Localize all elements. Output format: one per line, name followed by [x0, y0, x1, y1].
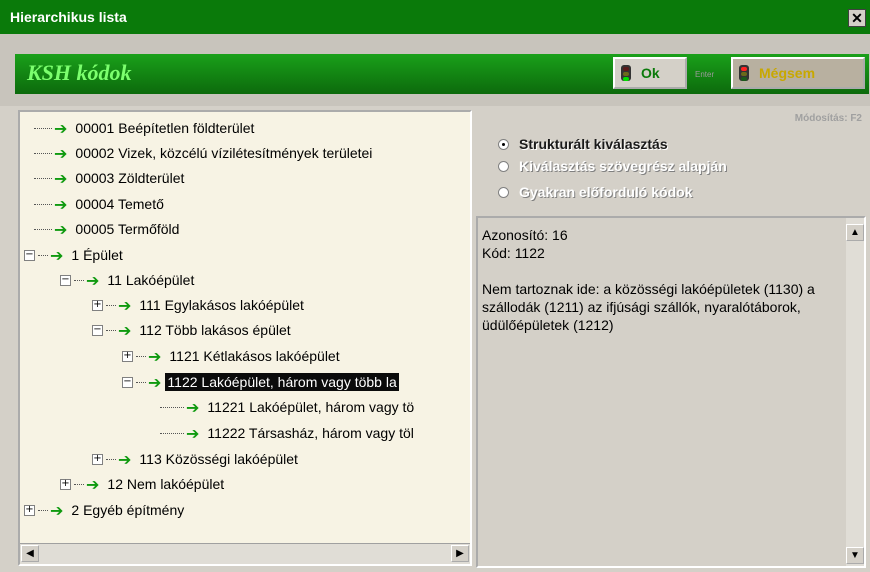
detail-id: Azonosító: 16 [482, 227, 568, 243]
arrow-right-icon: ➔ [50, 245, 64, 265]
scroll-up-button[interactable]: ▲ [846, 224, 864, 241]
arrow-right-icon: ➔ [148, 372, 162, 392]
scroll-left-button[interactable]: ◀ [21, 545, 39, 562]
detail-code: Kód: 1122 [482, 245, 545, 261]
radio-text-search[interactable]: Kiválasztás szövegrész alapján [498, 158, 727, 174]
arrow-right-icon: ➔ [118, 295, 132, 315]
tree-node[interactable]: ➔ 00001 Beépítetlen földterület [34, 118, 254, 138]
arrow-right-icon: ➔ [86, 270, 100, 290]
arrow-right-icon: ➔ [54, 118, 68, 138]
arrow-right-icon: ➔ [54, 168, 68, 188]
cancel-label: Mégsem [759, 65, 816, 81]
tree-node[interactable]: ➔ 00005 Termőföld [34, 219, 179, 239]
arrow-right-icon: ➔ [118, 449, 132, 469]
arrow-right-icon: ➔ [186, 423, 200, 443]
arrow-right-icon: ➔ [186, 397, 200, 417]
detail-panel: Azonosító: 16 Kód: 1122 Nem tartoznak id… [476, 216, 866, 568]
detail-description: Nem tartoznak ide: a közösségi lakóépüle… [482, 281, 815, 333]
arrow-right-icon: ➔ [50, 500, 64, 520]
tree-node[interactable]: + ➔ 2 Egyéb építmény [24, 500, 184, 520]
radio-button[interactable] [498, 186, 509, 198]
scroll-down-button[interactable]: ▼ [846, 547, 864, 564]
header-band: KSH kódok Ok Enter Mégsem [0, 34, 870, 106]
tree-panel: ➔ 00001 Beépítetlen földterület ➔ 00002 Vi… [18, 110, 472, 566]
close-button[interactable]: ✕ [848, 9, 866, 27]
arrow-right-icon: ➔ [54, 143, 68, 163]
collapse-icon[interactable]: − [92, 324, 103, 336]
horizontal-scrollbar[interactable]: ◀ ▶ [20, 543, 470, 564]
tree-node[interactable]: ➔ 00004 Temető [34, 194, 164, 214]
tree-node[interactable]: + ➔ 113 Közösségi lakóépület [92, 449, 298, 469]
tree-node[interactable]: + ➔ 12 Nem lakóépület [60, 474, 224, 494]
expand-icon[interactable]: + [24, 504, 35, 516]
arrow-right-icon: ➔ [54, 219, 68, 239]
collapse-icon[interactable]: − [122, 376, 133, 388]
tree-node[interactable]: − ➔ 1 Épület [24, 245, 123, 265]
arrow-right-icon: ➔ [86, 474, 100, 494]
modify-hint: Módosítás: F2 [794, 113, 862, 124]
expand-icon[interactable]: + [60, 478, 71, 490]
arrow-right-icon: ➔ [148, 346, 162, 366]
traffic-light-icon [621, 65, 631, 81]
arrow-right-icon: ➔ [54, 194, 68, 214]
tree-node[interactable]: − ➔ 112 Több lakásos épület [92, 320, 291, 340]
window-title: Hierarchikus lista [10, 9, 127, 25]
tree-node[interactable]: + ➔ 111 Egylakásos lakóépület [92, 295, 304, 315]
vertical-scrollbar[interactable]: ▲ ▼ [846, 218, 864, 566]
expand-icon[interactable]: + [92, 453, 103, 465]
options-panel: Módosítás: F2 Strukturált kiválasztás Ki… [476, 110, 870, 212]
header-banner: KSH kódok Ok Enter Mégsem [15, 54, 869, 94]
traffic-light-icon [739, 65, 749, 81]
radio-frequent[interactable]: Gyakran előforduló kódok [498, 184, 692, 200]
tree-node[interactable]: ➔ 00002 Vizek, közcélú vízilétesítmények … [34, 143, 372, 163]
collapse-icon[interactable]: − [24, 249, 35, 261]
title-bar: Hierarchikus lista ✕ [0, 0, 870, 34]
radio-button[interactable] [498, 160, 509, 172]
collapse-icon[interactable]: − [60, 274, 71, 286]
ok-label: Ok [641, 65, 660, 81]
radio-button[interactable] [498, 138, 509, 150]
tree-node[interactable]: − ➔ 11 Lakóépület [60, 270, 194, 290]
detail-text: Azonosító: 16 Kód: 1122 Nem tartoznak id… [482, 226, 842, 334]
cancel-button[interactable]: Mégsem [731, 57, 865, 89]
expand-icon[interactable]: + [92, 299, 103, 311]
arrow-right-icon: ➔ [118, 320, 132, 340]
ksh-title: KSH kódok [27, 60, 132, 85]
expand-icon[interactable]: + [122, 350, 133, 362]
radio-structured[interactable]: Strukturált kiválasztás [498, 136, 668, 152]
tree-node[interactable]: ➔ 11221 Lakóépület, három vagy tö [160, 397, 414, 417]
tree-node[interactable]: + ➔ 1121 Kétlakásos lakóépület [122, 346, 340, 366]
tree-node-selected[interactable]: − ➔ 1122 Lakóépület, három vagy több la [122, 372, 399, 392]
scroll-right-button[interactable]: ▶ [451, 545, 469, 562]
tree-node[interactable]: ➔ 00003 Zöldterület [34, 168, 184, 188]
tree-node[interactable]: ➔ 11222 Társasház, három vagy töl [160, 423, 414, 443]
enter-hint: Enter [695, 70, 715, 79]
ok-button[interactable]: Ok [613, 57, 687, 89]
